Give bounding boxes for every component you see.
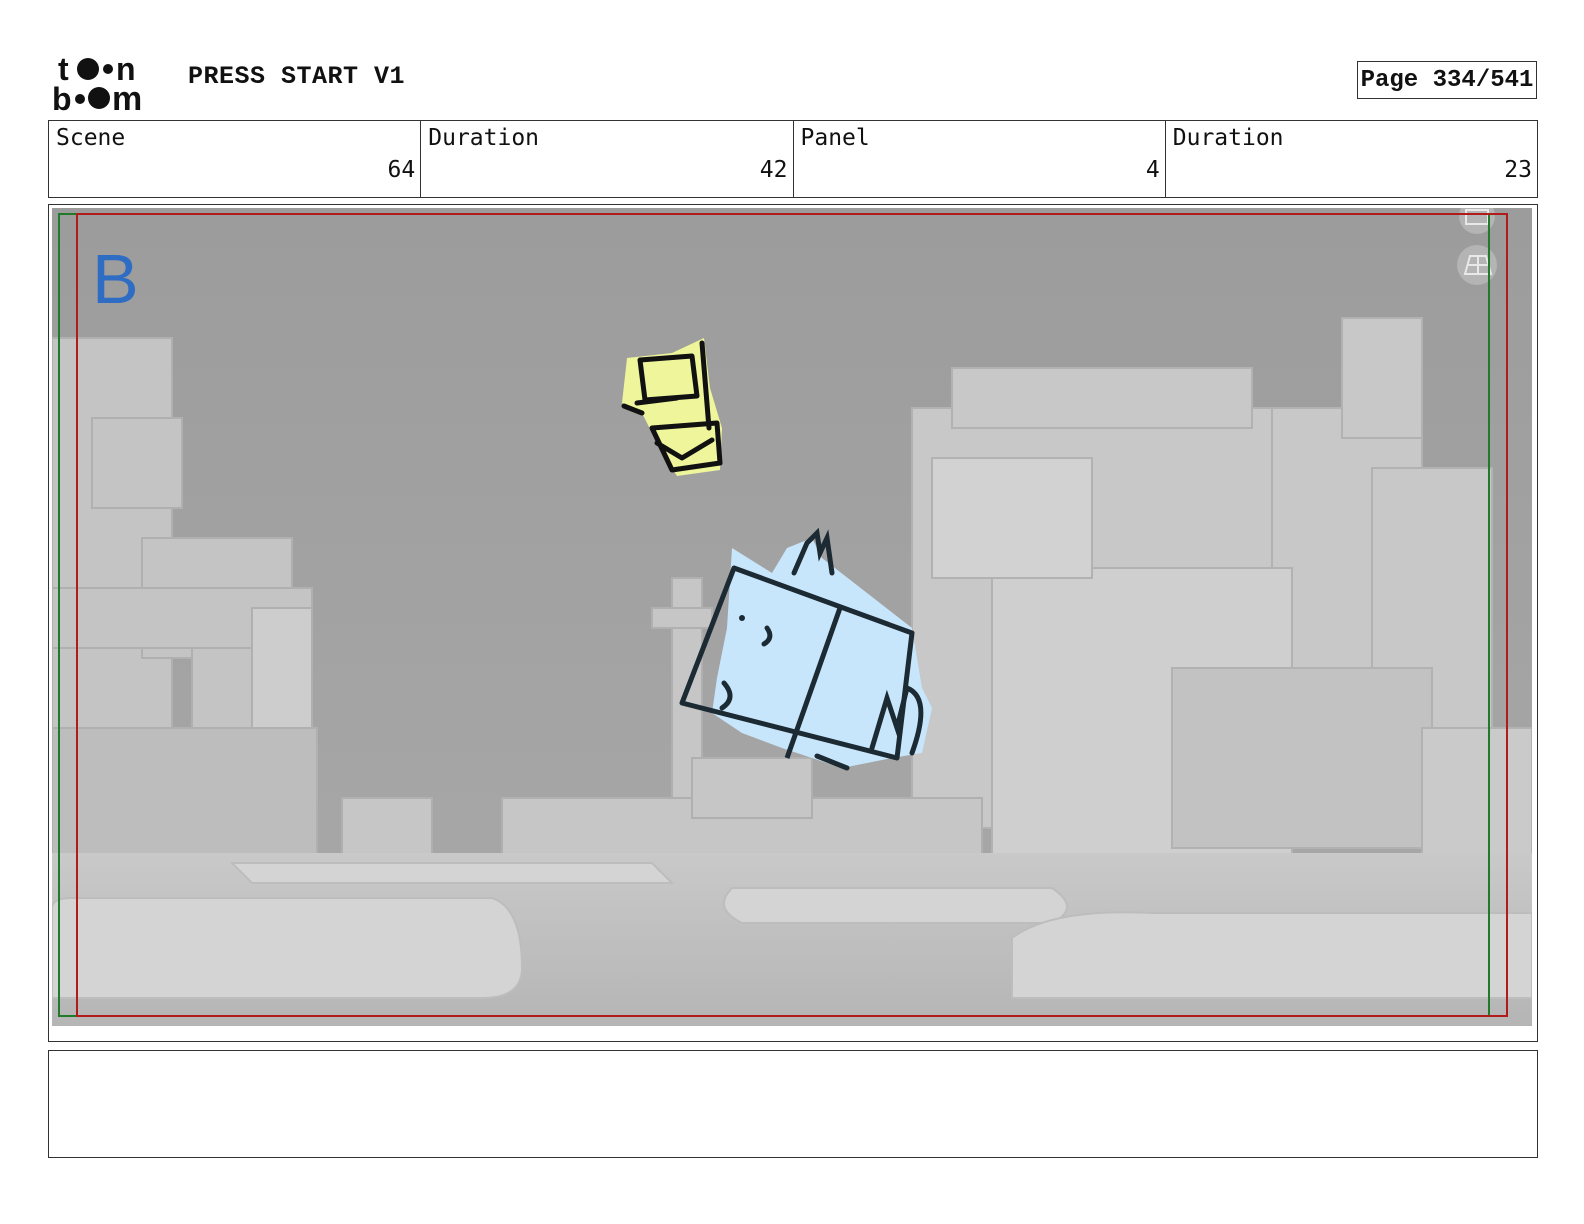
panel-letter: B xyxy=(92,240,139,318)
panel-value: 4 xyxy=(1145,157,1160,183)
scene-duration-cell: Duration 42 xyxy=(421,121,794,197)
svg-text:b: b xyxy=(52,81,72,112)
scene-cell: Scene 64 xyxy=(49,121,422,197)
panel-label: Panel xyxy=(800,125,870,151)
scene-duration-value: 42 xyxy=(759,157,788,183)
panel-cell: Panel 4 xyxy=(794,121,1166,197)
panel-duration-label: Duration xyxy=(1172,125,1284,151)
scene-label: Scene xyxy=(56,125,126,151)
toon-boom-logo: t n b m xyxy=(52,51,164,118)
scene-value: 64 xyxy=(387,157,416,183)
page-number: Page 334/541 xyxy=(1357,61,1537,99)
storyboard-panel-image xyxy=(52,208,1532,1026)
scene-duration-label: Duration xyxy=(428,125,540,151)
panel-duration-cell: Duration 23 xyxy=(1166,121,1537,197)
grid-icon xyxy=(1457,245,1497,285)
panel-notes[interactable] xyxy=(48,1050,1538,1158)
panel-info-table: Scene 64 Duration 42 Panel 4 Duration 23 xyxy=(48,120,1538,198)
project-title: PRESS START V1 xyxy=(188,62,406,91)
svg-text:m: m xyxy=(112,80,142,112)
panel-duration-value: 23 xyxy=(1504,157,1532,183)
